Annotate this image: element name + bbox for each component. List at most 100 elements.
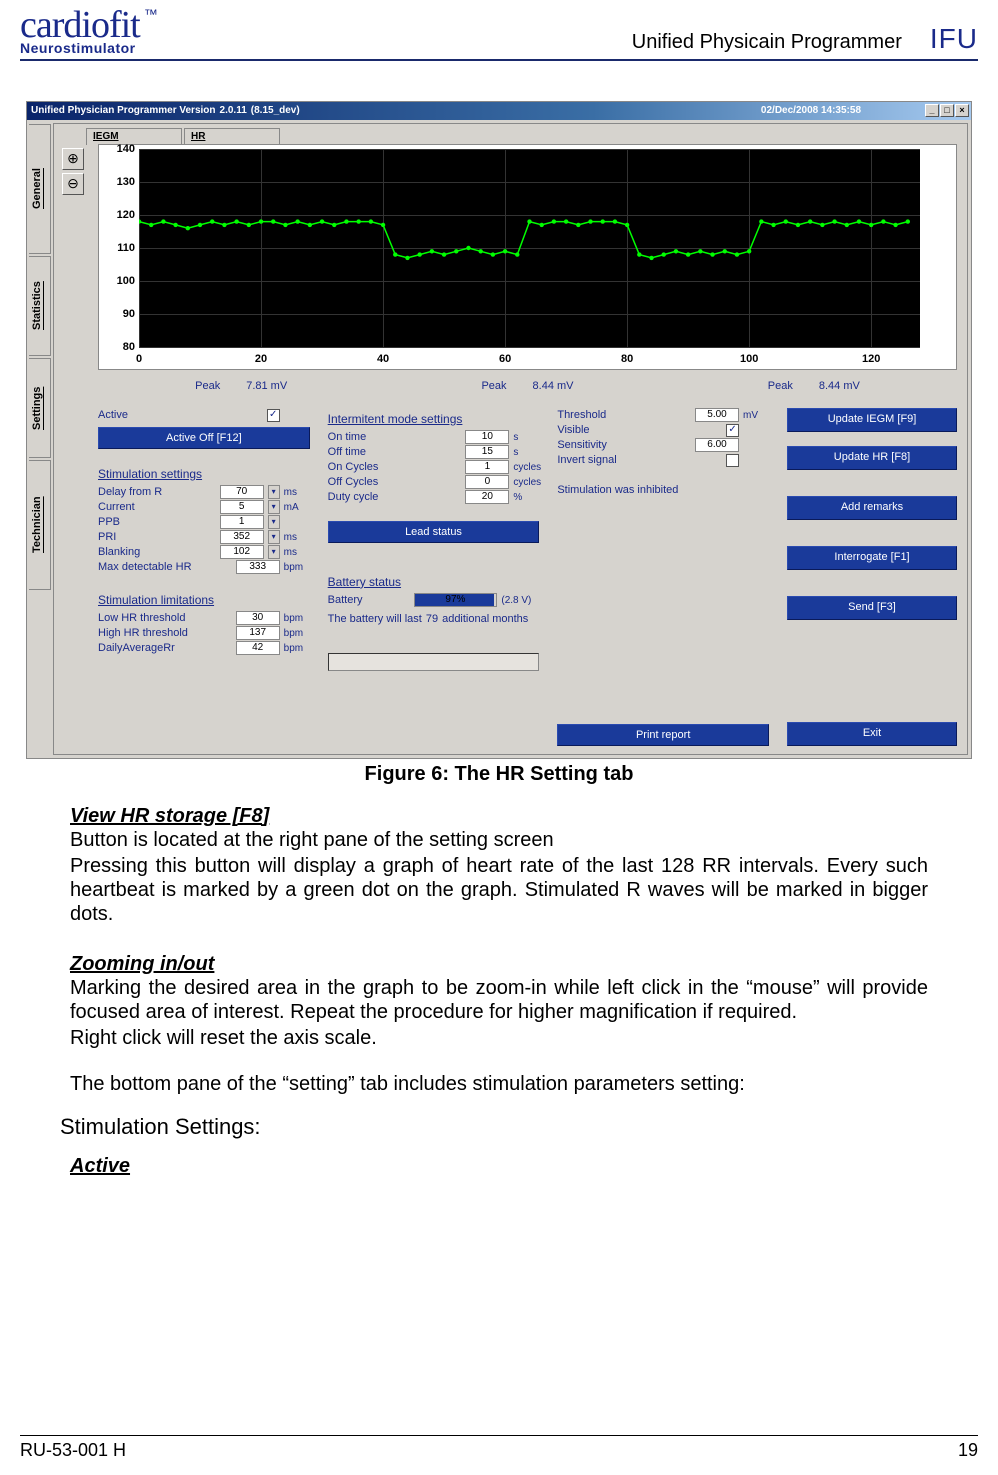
setting-value[interactable]: 20 [465, 490, 509, 504]
x-tick: 20 [246, 353, 276, 365]
setting-value[interactable]: 10 [465, 430, 509, 444]
dropdown-icon[interactable]: ▾ [268, 530, 280, 544]
setting-value[interactable]: 0 [465, 475, 509, 489]
col-threshold: Threshold5.00mVVisible✓Sensitivity6.00In… [557, 408, 769, 746]
trademark: ™ [144, 6, 158, 22]
interrogate-button[interactable]: Interrogate [F1] [787, 546, 957, 570]
window-minimize-button[interactable]: _ [925, 104, 939, 117]
hr-chart[interactable]: 8090100110120130140020406080100120 [98, 144, 957, 370]
intermittent-header: Intermitent mode settings [328, 412, 540, 426]
setting-unit: cycles [513, 477, 539, 488]
sidetab-settings[interactable]: Settings [29, 358, 51, 458]
paragraph: The bottom pane of the “setting” tab inc… [70, 1072, 928, 1096]
lead-status-button[interactable]: Lead status [328, 521, 540, 543]
y-tick: 80 [105, 341, 135, 353]
paragraph: Marking the desired area in the graph to… [70, 976, 928, 1024]
titlebar-version: 2.0.11 [220, 105, 247, 116]
setting-value[interactable]: 42 [236, 641, 280, 655]
battery-life-value: 79 [426, 613, 438, 625]
peak-label: Peak [195, 380, 220, 392]
heading-stim-settings: Stimulation Settings: [60, 1114, 938, 1140]
print-report-button[interactable]: Print report [557, 724, 769, 746]
x-tick: 80 [612, 353, 642, 365]
stim-settings-header: Stimulation settings [98, 467, 310, 481]
setting-label: Visible [557, 424, 722, 436]
figure-caption: Figure 6: The HR Setting tab [20, 763, 978, 786]
setting-unit: % [513, 492, 539, 503]
setting-value[interactable]: 102 [220, 545, 264, 559]
setting-row: Threshold5.00mV [557, 408, 769, 423]
dropdown-icon[interactable]: ▾ [268, 485, 280, 499]
stim-limits-header: Stimulation limitations [98, 593, 310, 607]
zoom-in-button[interactable]: ⊕ [62, 148, 84, 170]
update-hr-button[interactable]: Update HR [F8] [787, 446, 957, 470]
setting-value[interactable]: 1 [465, 460, 509, 474]
setting-unit: bpm [284, 628, 310, 639]
tab-hr[interactable]: HR [184, 128, 280, 145]
sidetab-statistics[interactable]: Statistics [29, 256, 51, 356]
checkbox[interactable] [726, 454, 739, 467]
setting-label: High HR threshold [98, 627, 232, 639]
side-tab-strip: General Statistics Settings Technician [27, 120, 53, 758]
setting-unit: s [513, 432, 539, 443]
battery-life-post: additional months [442, 613, 528, 625]
sidetab-technician[interactable]: Technician [29, 460, 51, 590]
setting-label: Off Cycles [328, 476, 462, 488]
setting-value[interactable]: 352 [220, 530, 264, 544]
setting-value[interactable]: 1 [220, 515, 264, 529]
peak-row: Peak7.81 mV Peak8.44 mV Peak8.44 mV [98, 380, 957, 392]
heading-active: Active [70, 1154, 928, 1178]
peak-value: 7.81 mV [246, 380, 287, 392]
setting-value[interactable]: 30 [236, 611, 280, 625]
active-checkbox[interactable]: ✓ [267, 409, 280, 422]
setting-value[interactable]: 5.00 [695, 408, 739, 422]
exit-button[interactable]: Exit [787, 722, 957, 746]
status-field [328, 653, 540, 671]
peak-label: Peak [768, 380, 793, 392]
setting-value[interactable]: 6.00 [695, 438, 739, 452]
checkbox[interactable]: ✓ [726, 424, 739, 437]
setting-row: On time10s [328, 430, 540, 445]
x-tick: 120 [856, 353, 886, 365]
peak-value: 8.44 mV [819, 380, 860, 392]
page-header: cardiofit™ Neurostimulator Unified Physi… [20, 8, 978, 61]
add-remarks-button[interactable]: Add remarks [787, 496, 957, 520]
paragraph: Pressing this button will display a grap… [70, 854, 928, 926]
setting-value[interactable]: 70 [220, 485, 264, 499]
battery-progress: 97% [414, 593, 498, 607]
active-label: Active [98, 409, 263, 421]
inhibited-note: Stimulation was inhibited [557, 484, 769, 496]
x-tick: 100 [734, 353, 764, 365]
dropdown-icon[interactable]: ▾ [268, 500, 280, 514]
setting-value[interactable]: 15 [465, 445, 509, 459]
battery-life-pre: The battery will last [328, 613, 422, 625]
setting-value[interactable]: 333 [236, 560, 280, 574]
battery-label: Battery [328, 594, 410, 606]
setting-row: High HR threshold 137 bpm [98, 626, 310, 641]
setting-value[interactable]: 137 [236, 626, 280, 640]
peak-label: Peak [481, 380, 506, 392]
setting-label: Current [98, 501, 216, 513]
setting-label: Max detectable HR [98, 561, 232, 573]
dropdown-icon[interactable]: ▾ [268, 515, 280, 529]
setting-label: PRI [98, 531, 216, 543]
window-close-button[interactable]: × [955, 104, 969, 117]
setting-unit: ms [284, 487, 310, 498]
zoom-out-button[interactable]: ⊖ [62, 173, 84, 195]
setting-label: DailyAverageRr [98, 642, 232, 654]
setting-row: Off time15s [328, 445, 540, 460]
x-tick: 40 [368, 353, 398, 365]
setting-value[interactable]: 5 [220, 500, 264, 514]
update-iegm-button[interactable]: Update IEGM [F9] [787, 408, 957, 432]
active-off-button[interactable]: Active Off [F12] [98, 427, 310, 449]
dropdown-icon[interactable]: ▾ [268, 545, 280, 559]
sidetab-general[interactable]: General [29, 124, 51, 254]
page-footer: RU-53-001 H 19 [20, 1435, 978, 1461]
setting-row: Visible ✓ [557, 423, 769, 438]
setting-row: Current5▾mA [98, 500, 310, 515]
heading-view-hr: View HR storage [F8] [70, 804, 928, 828]
send-button[interactable]: Send [F3] [787, 596, 957, 620]
battery-percent: 97% [415, 594, 497, 606]
window-maximize-button[interactable]: □ [940, 104, 954, 117]
setting-row: Duty cycle20% [328, 490, 540, 505]
